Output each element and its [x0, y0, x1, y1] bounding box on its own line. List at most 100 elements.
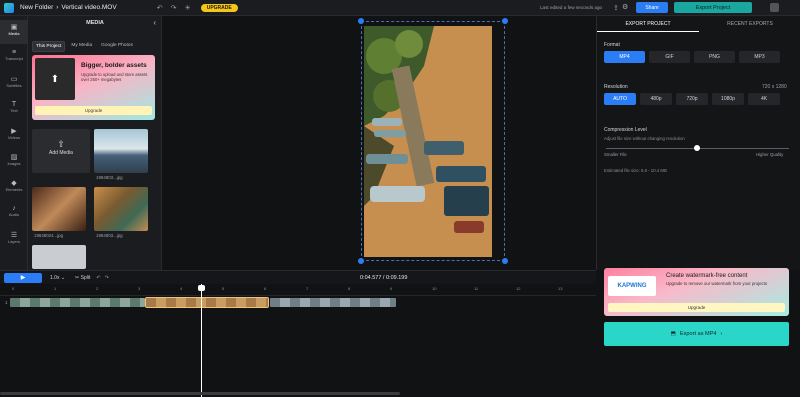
split-label: Split [80, 274, 91, 281]
timeline-ruler[interactable]: 0 1 2 3 4 5 6 7 8 9 10 11 12 13 [0, 284, 596, 296]
undo-icon[interactable]: ↶ [157, 4, 163, 12]
timeline: 0 1 2 3 4 5 6 7 8 9 10 11 12 13 [0, 284, 596, 397]
aerial-boat-scene [364, 26, 492, 257]
export-label: Export Project [695, 4, 731, 11]
layers-icon: ☰ [10, 232, 18, 239]
tab-google-photos[interactable]: Google Photos [98, 41, 136, 52]
promo-title: Bigger, bolder assets [81, 62, 147, 69]
upgrade-promo-card: ⬆ Bigger, bolder assets Upgrade to uploa… [32, 55, 155, 120]
media-thumbnail[interactable] [94, 129, 148, 173]
promo-upgrade-button[interactable]: Upgrade [35, 106, 152, 115]
add-media-label: Add Media [49, 150, 73, 156]
tab-export-project[interactable]: EXPORT PROJECT [597, 16, 699, 32]
thumbnail-caption: 19848024...jpg [34, 233, 64, 238]
resize-handle[interactable] [358, 258, 364, 264]
sidebar-label: Layers [7, 239, 20, 244]
kapwing-logo[interactable] [4, 2, 14, 13]
watermark-upgrade-button[interactable]: Upgrade [608, 303, 785, 312]
resolution-label: Resolution [604, 84, 628, 90]
images-icon: ▨ [10, 154, 18, 161]
redo-icon[interactable]: ↷ [171, 4, 177, 12]
sidebar-label: Videos [7, 135, 21, 140]
resolution-720p[interactable]: 720p [676, 93, 708, 105]
resize-handle[interactable] [358, 18, 364, 24]
upload-icon[interactable]: ⇪ [613, 4, 619, 12]
settings-gear-icon[interactable]: ⚙ [622, 3, 628, 11]
sidebar-label: Audio [8, 212, 20, 217]
project-folder-link[interactable]: New Folder [20, 4, 53, 11]
export-as-mp4-button[interactable]: ⬒ Export as MP4 › [604, 322, 789, 346]
resize-handle[interactable] [502, 258, 508, 264]
resize-handle[interactable] [502, 18, 508, 24]
format-mp4[interactable]: MP4 [604, 51, 645, 63]
resolution-auto[interactable]: AUTO [604, 93, 636, 105]
breadcrumb-separator: › [56, 4, 59, 11]
timecode: 0:04.577 / 0:09.199 [360, 274, 408, 281]
collapse-panel-icon[interactable]: ‹ [153, 18, 156, 27]
upgrade-button[interactable]: UPGRADE [200, 3, 238, 12]
sidebar-item-transcript[interactable]: ≡ Transcript [0, 46, 28, 70]
media-panel-title: MEDIA [86, 20, 104, 26]
track-number: 1 [5, 300, 8, 305]
redo-icon[interactable]: ↷ [105, 275, 109, 281]
tick-label: 3 [138, 286, 141, 291]
sidebar-item-media[interactable]: ▣ Media [0, 20, 28, 44]
playhead-handle[interactable] [198, 285, 205, 291]
timeline-clip[interactable] [270, 298, 396, 307]
transcript-icon: ≡ [11, 49, 17, 56]
sidebar-label: Text [10, 108, 18, 113]
save-status: Last edited a few seconds ago [540, 5, 603, 10]
speed-value: 1.0x [50, 274, 60, 281]
export-tabs: EXPORT PROJECT RECENT EXPORTS [597, 16, 800, 32]
tick-label: 13 [558, 286, 563, 291]
format-mp3[interactable]: MP3 [739, 51, 780, 63]
format-options: MP4 GIF PNG MP3 [604, 51, 780, 63]
format-png[interactable]: PNG [694, 51, 735, 63]
split-button[interactable]: ✂ Split [75, 275, 90, 281]
play-button[interactable]: ▶ [4, 272, 42, 283]
upload-icon: ⇧ [57, 139, 65, 149]
sidebar-item-elements[interactable]: ◆ Elements [0, 176, 28, 200]
media-icon: ▣ [10, 24, 18, 31]
format-gif[interactable]: GIF [649, 51, 690, 63]
tab-my-media[interactable]: My Media [68, 41, 95, 52]
sidebar-item-text[interactable]: T Text [0, 98, 28, 122]
media-thumbnail[interactable] [94, 187, 148, 231]
share-button[interactable]: Share [636, 2, 668, 13]
tab-recent-exports[interactable]: RECENT EXPORTS [699, 16, 800, 32]
format-label: Format [604, 42, 620, 48]
resolution-1080p[interactable]: 1080p [712, 93, 744, 105]
timeline-clip[interactable] [10, 298, 145, 307]
sidebar-item-audio[interactable]: ♪ Audio [0, 202, 28, 226]
sidebar-item-videos[interactable]: ▶ Videos [0, 124, 28, 148]
tick-label: 9 [390, 286, 393, 291]
video-preview[interactable] [364, 26, 492, 257]
resolution-4k[interactable]: 4K [748, 93, 780, 105]
sidebar-item-subtitles[interactable]: ▭ Subtitles [0, 72, 28, 96]
left-sidebar: ▣ Media ≡ Transcript ▭ Subtitles T Text ▶ Vid… [0, 16, 28, 270]
speed-dropdown[interactable]: 1.0x ⌄ [50, 275, 65, 281]
tick-label: 12 [516, 286, 521, 291]
resolution-480p[interactable]: 480p [640, 93, 672, 105]
playhead-line[interactable] [201, 284, 202, 397]
timeline-scrollbar[interactable] [0, 392, 400, 395]
lightbulb-icon[interactable]: ☀ [184, 4, 190, 12]
add-media-button[interactable]: ⇧ Add Media [32, 129, 90, 173]
sidebar-item-images[interactable]: ▨ Images [0, 150, 28, 174]
timeline-clip-selected[interactable] [145, 297, 269, 308]
media-thumbnail[interactable] [32, 187, 86, 231]
play-icon: ▶ [20, 275, 26, 281]
user-avatar[interactable] [770, 3, 779, 12]
export-project-button[interactable]: Export Project [674, 2, 752, 13]
subtitles-icon: ▭ [10, 76, 18, 83]
media-thumbnail[interactable] [32, 245, 86, 269]
share-label: Share [645, 4, 659, 11]
undo-icon[interactable]: ↶ [96, 275, 100, 281]
tick-label: 4 [180, 286, 183, 291]
sidebar-item-layers[interactable]: ☰ Layers [0, 228, 28, 252]
tick-label: 7 [306, 286, 309, 291]
thumbnail-caption: 1984803...jpg [96, 175, 123, 180]
compression-slider-knob[interactable] [694, 145, 700, 151]
video-title[interactable]: Vertical video.MOV [61, 4, 116, 11]
tab-this-project[interactable]: This Project [32, 41, 66, 52]
